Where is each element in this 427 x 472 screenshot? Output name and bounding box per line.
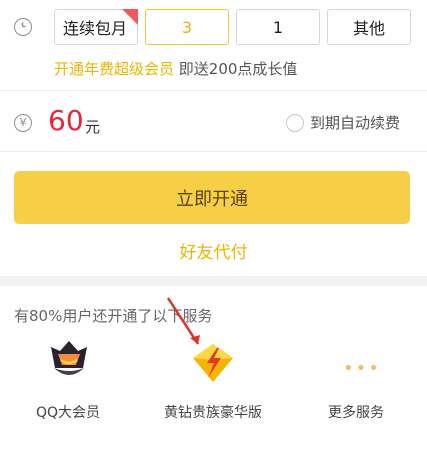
auto-renew-radio[interactable] (286, 114, 304, 132)
open-now-button[interactable]: 立即开通 (14, 171, 410, 224)
service-label: QQ大会员 (35, 405, 101, 421)
promo-highlight[interactable]: 开通年费超级会员 (54, 60, 174, 78)
red-arrow-annotation (166, 297, 200, 345)
corner-badge (122, 9, 138, 25)
open-now-label: 立即开通 (176, 188, 248, 210)
clock-icon (14, 18, 32, 36)
option-label: 1 (272, 17, 284, 37)
option-label: 3 (181, 17, 193, 37)
price-unit: 元 (85, 118, 101, 136)
option-1-month[interactable]: 1 (236, 9, 320, 45)
option-monthly-continuous[interactable]: 连续包月 (54, 9, 138, 45)
option-label: 连续包月 (63, 19, 128, 38)
divider (0, 90, 427, 91)
option-label: 其他 (352, 19, 385, 38)
yen-icon: ¥ (14, 114, 32, 132)
more-dots-icon: ••• (343, 358, 381, 379)
qq-big-member-icon (51, 341, 87, 375)
service-label: 黄钻贵族豪华版 (164, 405, 262, 421)
section-separator (0, 276, 427, 286)
friend-pay-link[interactable]: 好友代付 (0, 238, 427, 263)
promo-text: 开通年费超级会员 即送200点成长值 (54, 58, 297, 79)
promo-rest: 即送200点成长值 (174, 60, 298, 78)
service-label: 更多服务 (328, 405, 384, 421)
price-amount: 60 (48, 104, 84, 137)
option-other[interactable]: 其他 (327, 9, 411, 45)
option-3-months[interactable]: 3 (145, 9, 229, 45)
divider (0, 151, 427, 152)
auto-renew-label[interactable]: 到期自动续费 (310, 112, 400, 133)
